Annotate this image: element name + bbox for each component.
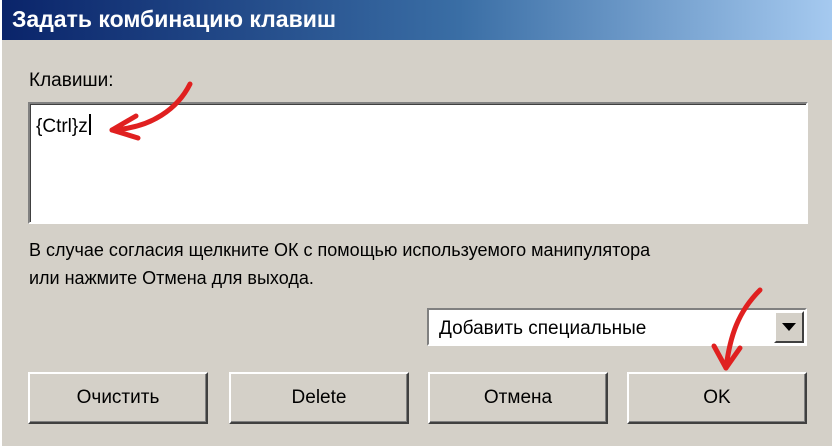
special-keys-selected: Добавить специальные [439,318,647,339]
clear-button[interactable]: Очистить [28,372,208,424]
window-title: Задать комбинацию клавиш [12,6,337,32]
instructions-line-1: В случае согласия щелкните ОК с помощью … [29,240,651,260]
instructions-line-2: или нажмите Отмена для выхода. [29,268,314,288]
dropdown-button[interactable] [774,311,804,343]
ok-button[interactable]: OK [627,372,807,424]
text-caret [88,114,91,135]
instructions-text: В случае согласия щелкните ОК с помощью … [29,236,809,292]
title-bar[interactable]: Задать комбинацию клавиш [2,0,832,40]
keys-value: {Ctrl}z [36,114,91,138]
chevron-down-icon [782,323,796,331]
delete-button[interactable]: Delete [229,372,409,424]
cancel-button[interactable]: Отмена [428,372,608,424]
key-combination-dialog: Задать комбинацию клавиш Клавиши: {Ctrl}… [0,0,832,446]
keys-value-text: {Ctrl}z [36,116,88,137]
keys-label: Клавиши: [29,70,114,91]
special-keys-dropdown[interactable]: Добавить специальные [427,308,807,346]
keys-input[interactable]: {Ctrl}z [28,102,808,224]
